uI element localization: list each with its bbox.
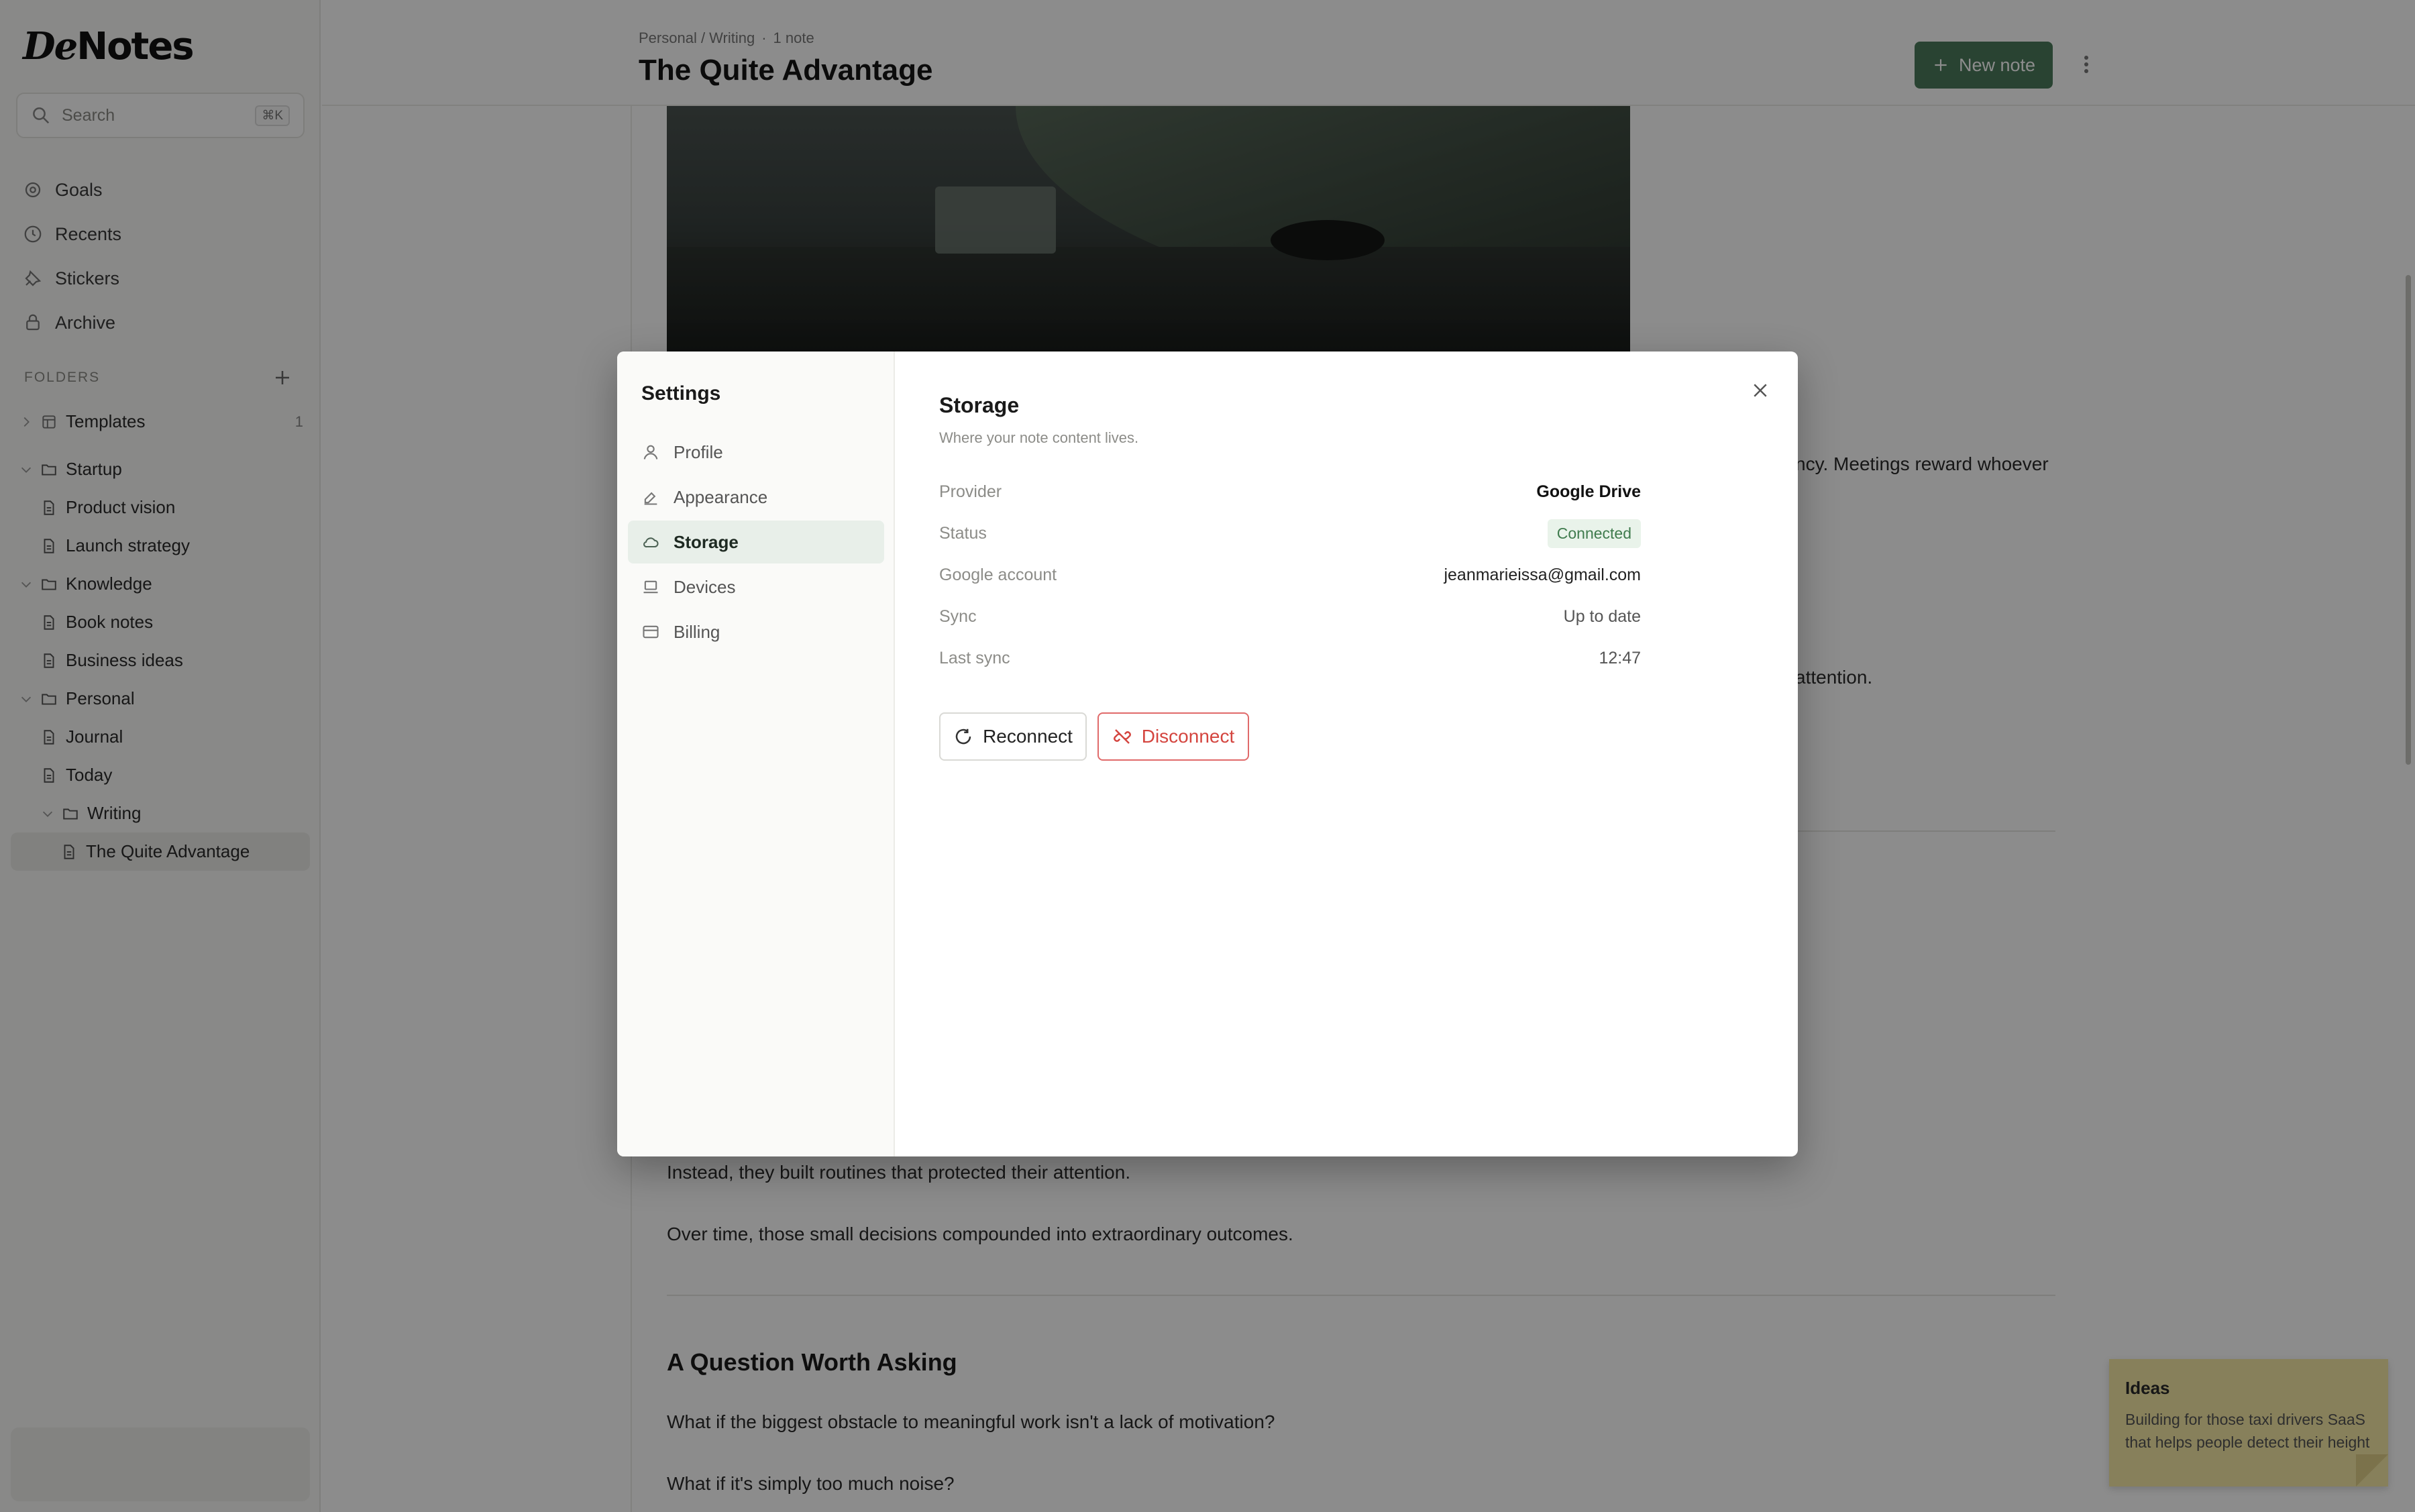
paint-icon <box>644 492 657 505</box>
provider-row: Provider Google Drive <box>939 471 1641 512</box>
status-label: Status <box>939 523 987 543</box>
close-button[interactable] <box>1747 377 1774 404</box>
credit-card-icon <box>643 625 659 639</box>
settings-menu: Profile Appearance Storage Devices Billi… <box>628 431 884 655</box>
last-sync-label: Last sync <box>939 648 1010 667</box>
last-sync-row: Last sync 12:47 <box>939 637 1641 679</box>
sync-value: Up to date <box>1563 606 1641 626</box>
provider-label: Provider <box>939 482 1002 501</box>
settings-item-label: Devices <box>674 576 736 597</box>
disconnect-label: Disconnect <box>1141 726 1235 747</box>
settings-item-profile[interactable]: Profile <box>628 431 884 474</box>
settings-item-appearance[interactable]: Appearance <box>628 476 884 519</box>
settings-item-label: Storage <box>674 531 739 552</box>
settings-modal: Settings Profile Appearance Storage Devi… <box>617 352 1798 1156</box>
settings-item-billing[interactable]: Billing <box>628 610 884 653</box>
account-row: Google account jeanmarieissa@gmail.com <box>939 554 1641 596</box>
cloud-icon <box>643 537 659 548</box>
reconnect-label: Reconnect <box>983 726 1073 747</box>
storage-title: Storage <box>939 393 1020 417</box>
settings-title: Settings <box>641 382 721 404</box>
user-icon <box>643 445 658 460</box>
status-badge: Connected <box>1547 519 1641 548</box>
provider-value: Google Drive <box>1536 482 1641 501</box>
unlink-icon <box>1113 729 1131 744</box>
close-icon <box>1754 384 1767 397</box>
status-row: Status Connected <box>939 512 1641 554</box>
settings-item-label: Profile <box>674 441 723 462</box>
storage-details: Provider Google Drive Status Connected G… <box>939 471 1641 679</box>
sync-label: Sync <box>939 606 977 626</box>
refresh-icon <box>955 728 971 745</box>
settings-item-label: Billing <box>674 621 720 642</box>
last-sync-value: 12:47 <box>1599 648 1641 667</box>
settings-sidebar: Settings Profile Appearance Storage Devi… <box>617 352 895 1156</box>
settings-item-storage[interactable]: Storage <box>628 521 884 563</box>
settings-item-label: Appearance <box>674 486 768 507</box>
reconnect-button[interactable]: Reconnect <box>939 712 1087 761</box>
disconnect-button[interactable]: Disconnect <box>1097 712 1249 761</box>
account-value: jeanmarieissa@gmail.com <box>1444 565 1641 584</box>
laptop-icon <box>643 580 658 594</box>
sync-row: Sync Up to date <box>939 596 1641 637</box>
account-label: Google account <box>939 565 1057 584</box>
storage-subtitle: Where your note content lives. <box>939 429 1139 446</box>
settings-item-devices[interactable]: Devices <box>628 565 884 608</box>
